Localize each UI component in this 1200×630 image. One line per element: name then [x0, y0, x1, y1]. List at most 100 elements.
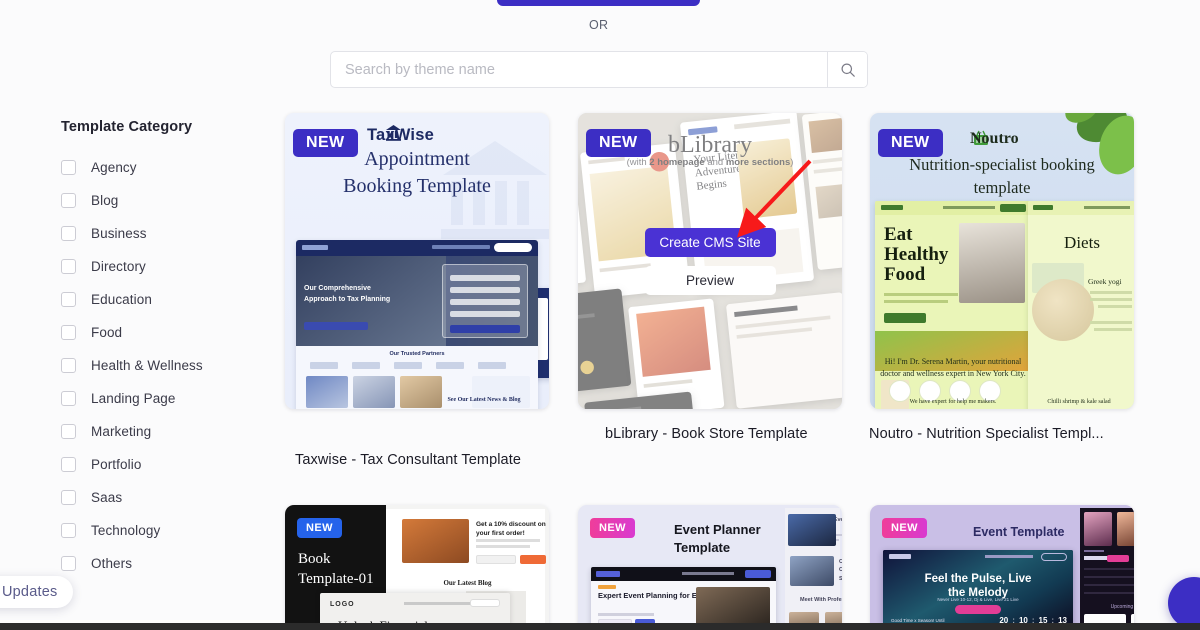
template-thumbnail[interactable]: NEW Event PlannerTemplate Comprehensive …: [578, 505, 842, 630]
template-thumbnail[interactable]: NEW TaxWise Appointment Booking Template: [285, 113, 549, 409]
category-item-education[interactable]: Education: [61, 283, 261, 316]
category-label: Saas: [91, 490, 123, 505]
category-item-technology[interactable]: Technology: [61, 514, 261, 547]
template-gallery-page: Create Blank Site OR Template Category A…: [0, 0, 1200, 630]
template-thumbnail[interactable]: NEW Noutro Nutrition-specialist booking …: [870, 113, 1134, 409]
noutro-dish: Chilli shrimp & kale salad: [1047, 399, 1111, 405]
category-checkbox[interactable]: [61, 325, 76, 340]
category-label: Education: [91, 292, 152, 307]
new-badge: NEW: [590, 518, 635, 538]
preview-button[interactable]: Preview: [644, 265, 776, 295]
category-item-business[interactable]: Business: [61, 217, 261, 250]
template-thumbnail[interactable]: Your Literary Adventure Begins NEW bLibr…: [578, 113, 842, 409]
category-label: Others: [91, 556, 133, 571]
taxwise-site-preview: Our Comprehensive Approach to Tax Planni…: [296, 240, 538, 409]
category-label: Portfolio: [91, 457, 142, 472]
floating-chat-button[interactable]: [1168, 577, 1200, 629]
template-card-event-planner[interactable]: NEW Event PlannerTemplate Comprehensive …: [578, 505, 842, 630]
noutro-headline: Nutrition-specialist booking template: [870, 153, 1134, 199]
taxwise-headline-line1: Appointment: [364, 148, 470, 170]
search-input[interactable]: [331, 52, 827, 87]
noutro-preview-left: Eat Healthy Food Hi! I'm Dr. Serena Martin…: [875, 201, 1031, 409]
create-cms-site-button[interactable]: Create CMS Site: [644, 227, 776, 257]
updates-label: Updates: [2, 584, 58, 600]
noutro-bio: Hi! I'm Dr. Serena Martin, your nutritio…: [880, 357, 1026, 378]
book-promo-text: Get a 10% discount on your first order!: [476, 521, 546, 538]
category-checkbox[interactable]: [61, 523, 76, 538]
event-preview: Feel the Pulse, Live the Melody Never Liv…: [883, 550, 1073, 630]
category-checkbox[interactable]: [61, 490, 76, 505]
taxwise-headline-line2: Booking Template: [343, 175, 491, 197]
noutro-left-hero: Eat Healthy Food: [884, 224, 949, 285]
search-icon: [840, 62, 856, 78]
category-item-directory[interactable]: Directory: [61, 250, 261, 283]
noutro-headline-line2: template: [973, 178, 1031, 198]
category-item-food[interactable]: Food: [61, 316, 261, 349]
updates-widget[interactable]: Updates: [0, 576, 74, 608]
category-checkbox-list: Agency Blog Business Directory Education Food…: [61, 151, 261, 580]
category-item-landing-page[interactable]: Landing Page: [61, 382, 261, 415]
template-card-noutro[interactable]: NEW Noutro Nutrition-specialist booking …: [869, 113, 1134, 442]
taxwise-blog-label: See Our Latest News & Blog: [447, 397, 521, 403]
category-item-health-wellness[interactable]: Health & Wellness: [61, 349, 261, 382]
taxwise-partners-label: Our Trusted Partners: [389, 351, 445, 357]
category-item-agency[interactable]: Agency: [61, 151, 261, 184]
event-planner-preview: Expert Event Planning for Every Occasion: [591, 567, 776, 630]
new-badge: NEW: [586, 129, 651, 157]
template-thumbnail[interactable]: NEW Book Template-01 Get a 10% discount o…: [285, 505, 549, 630]
new-badge: NEW: [293, 129, 358, 157]
noutro-note: We have expert for help me makers.: [909, 399, 997, 405]
book-blog-label: Our Latest Blog: [443, 579, 492, 587]
noutro-brand: Noutro: [970, 130, 1019, 147]
search-button[interactable]: [827, 52, 867, 87]
category-label: Landing Page: [91, 391, 176, 406]
category-label: Health & Wellness: [91, 358, 203, 373]
category-checkbox[interactable]: [61, 292, 76, 307]
et-hero-sub: Never Live 10-12, Dj & Live, Live 21 Liv…: [937, 597, 1019, 602]
category-checkbox[interactable]: [61, 358, 76, 373]
template-card-blibrary[interactable]: Your Literary Adventure Begins NEW bLibr…: [578, 113, 842, 442]
template-title: bLibrary - Book Store Template: [605, 426, 808, 442]
event-planner-brand: Event Planner Template: [674, 522, 761, 555]
category-checkbox[interactable]: [61, 160, 76, 175]
template-card-book[interactable]: NEW Book Template-01 Get a 10% discount o…: [285, 505, 549, 630]
category-checkbox[interactable]: [61, 424, 76, 439]
template-card-event[interactable]: NEW Event Template Upcoming Event: [870, 505, 1134, 630]
ep-section-2: Customized Corporate Event Solutions: [839, 559, 842, 582]
category-label: Food: [91, 325, 123, 340]
search-bar: [330, 51, 868, 88]
template-thumbnail[interactable]: NEW Event Template Upcoming Event: [870, 505, 1134, 630]
event-brand: Event Template: [973, 525, 1065, 539]
create-blank-site-button[interactable]: Create Blank Site: [497, 0, 700, 6]
category-checkbox[interactable]: [61, 193, 76, 208]
template-title: Noutro - Nutrition Specialist Templ...: [869, 426, 1104, 442]
category-item-marketing[interactable]: Marketing: [61, 415, 261, 448]
category-label: Marketing: [91, 424, 152, 439]
category-label: Technology: [91, 523, 161, 538]
or-separator-label: OR: [589, 18, 609, 32]
category-label: Business: [91, 226, 147, 241]
category-checkbox[interactable]: [61, 259, 76, 274]
template-category-sidebar: Template Category Agency Blog Business Dire…: [61, 119, 261, 580]
category-label: Agency: [91, 160, 137, 175]
category-checkbox[interactable]: [61, 226, 76, 241]
category-item-saas[interactable]: Saas: [61, 481, 261, 514]
sidebar-title: Template Category: [61, 119, 193, 135]
noutro-right-hero: Diets: [1064, 233, 1100, 252]
category-item-blog[interactable]: Blog: [61, 184, 261, 217]
event-planner-sections: Comprehensive Event Planning & Managemen…: [785, 508, 842, 630]
book-logo-label: LOGO: [330, 601, 355, 608]
category-checkbox[interactable]: [61, 457, 76, 472]
category-checkbox[interactable]: [61, 556, 76, 571]
new-badge: NEW: [297, 518, 342, 538]
category-checkbox[interactable]: [61, 391, 76, 406]
template-title: Taxwise - Tax Consultant Template: [295, 452, 522, 468]
taxwise-brand: TaxWise: [367, 126, 434, 144]
category-item-others[interactable]: Others: [61, 547, 261, 580]
new-badge: NEW: [882, 518, 927, 538]
category-label: Directory: [91, 259, 146, 274]
bottom-bar: [0, 623, 1200, 630]
category-item-portfolio[interactable]: Portfolio: [61, 448, 261, 481]
taxwise-hero-text: Our Comprehensive Approach to Tax Planni…: [304, 285, 391, 303]
template-card-taxwise[interactable]: NEW TaxWise Appointment Booking Template: [285, 113, 549, 468]
